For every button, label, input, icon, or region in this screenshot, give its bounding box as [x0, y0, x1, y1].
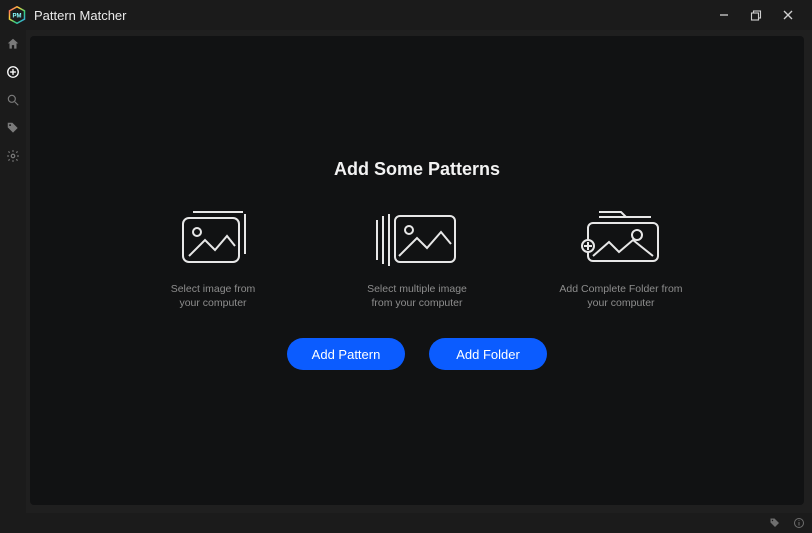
window-close-button[interactable]	[772, 1, 804, 29]
sidebar	[0, 30, 26, 513]
svg-text:PM: PM	[13, 13, 22, 19]
caption-line: Select image from	[171, 283, 256, 295]
caption-line: your computer	[179, 297, 246, 309]
card-caption: Select multiple image from your computer	[367, 282, 467, 310]
single-image-icon	[169, 206, 257, 270]
card-caption: Select image from your computer	[171, 282, 256, 310]
add-folder-button[interactable]: Add Folder	[429, 338, 547, 370]
buttons-row: Add Pattern Add Folder	[30, 338, 804, 370]
canvas: Add Some Patterns	[30, 36, 804, 505]
window-maximize-button[interactable]	[740, 1, 772, 29]
add-pattern-button[interactable]: Add Pattern	[287, 338, 405, 370]
card-multiple-images: Select multiple image from your computer	[342, 206, 492, 310]
card-folder: Add Complete Folder from your computer	[546, 206, 696, 310]
card-single-image: Select image from your computer	[138, 206, 288, 310]
sidebar-home-icon[interactable]	[5, 36, 21, 52]
status-info-icon[interactable]	[792, 516, 806, 530]
caption-line: from your computer	[371, 297, 462, 309]
sidebar-add-icon[interactable]	[5, 64, 21, 80]
titlebar: PM Pattern Matcher	[0, 0, 812, 30]
main-area: Add Some Patterns	[26, 30, 812, 513]
multiple-images-icon	[373, 206, 461, 270]
caption-line: Select multiple image	[367, 283, 467, 295]
body: Add Some Patterns	[0, 30, 812, 513]
statusbar	[0, 513, 812, 533]
app-logo-icon: PM	[8, 6, 26, 24]
window-minimize-button[interactable]	[708, 1, 740, 29]
app-title: Pattern Matcher	[34, 8, 127, 23]
card-caption: Add Complete Folder from your computer	[559, 282, 682, 310]
caption-line: Add Complete Folder from	[559, 283, 682, 295]
page-heading: Add Some Patterns	[30, 159, 804, 180]
app-window: PM Pattern Matcher	[0, 0, 812, 533]
status-tag-icon[interactable]	[768, 516, 782, 530]
empty-state: Add Some Patterns	[30, 159, 804, 370]
caption-line: your computer	[587, 297, 654, 309]
sidebar-settings-icon[interactable]	[5, 148, 21, 164]
folder-images-icon	[577, 206, 665, 270]
sidebar-tag-icon[interactable]	[5, 120, 21, 136]
cards-row: Select image from your computer	[30, 206, 804, 310]
sidebar-search-icon[interactable]	[5, 92, 21, 108]
